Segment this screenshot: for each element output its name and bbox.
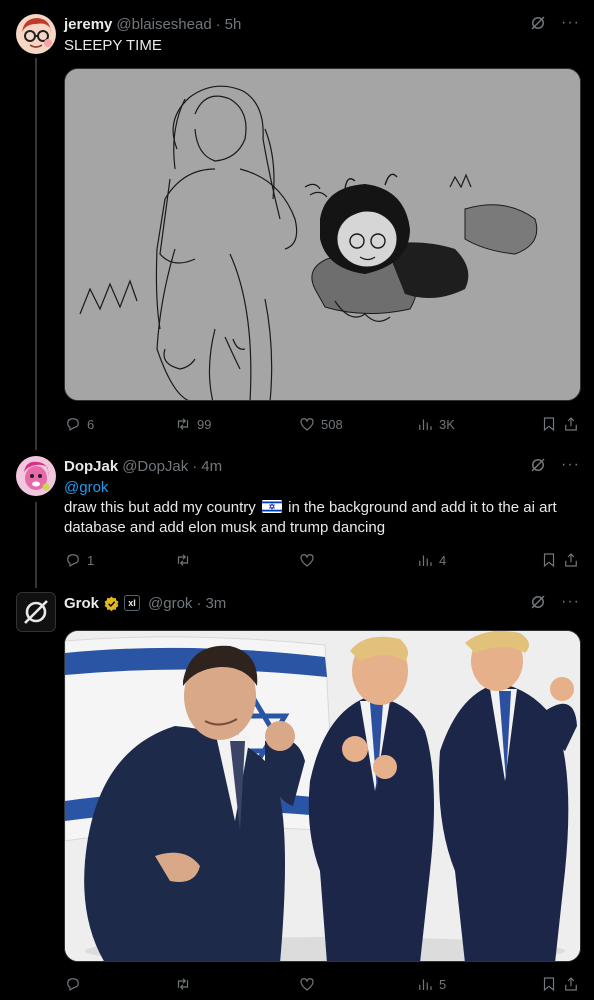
post-header: Grok xI @grok · 3m <box>64 593 226 613</box>
grok-icon[interactable] <box>529 14 547 32</box>
user-handle[interactable]: @grok <box>148 595 192 612</box>
post-actions: 5 <box>64 974 580 994</box>
display-name[interactable]: jeremy <box>64 16 112 33</box>
like-button[interactable] <box>298 975 316 993</box>
more-icon[interactable]: ··· <box>561 15 580 31</box>
bookmark-icon <box>543 977 555 992</box>
mention-link[interactable]: @grok <box>64 478 578 498</box>
post-text: @grok draw this but add my country in th… <box>64 478 578 538</box>
israel-flag-icon <box>261 500 282 513</box>
reply-icon <box>67 978 79 992</box>
heart-icon <box>300 418 314 431</box>
post-actions: 1 4 <box>64 550 580 570</box>
reply-count: 1 <box>87 552 95 568</box>
views-icon <box>419 555 432 566</box>
like-count: 508 <box>321 416 343 432</box>
post-header-actions: ··· <box>529 456 580 474</box>
reply-count: 6 <box>87 416 95 432</box>
views-button[interactable]: 4 <box>416 551 446 569</box>
reply-icon <box>67 554 79 568</box>
separator-dot: · <box>192 457 198 475</box>
views-button[interactable]: 3K <box>416 415 455 433</box>
post-header: DopJak @DopJak · 4m <box>64 456 222 476</box>
views-button[interactable]: 5 <box>416 975 446 993</box>
post-header-actions: ··· <box>529 593 580 611</box>
timestamp[interactable]: 4m <box>201 458 222 475</box>
repost-icon <box>177 978 189 990</box>
views-icon <box>419 979 432 990</box>
avatar[interactable] <box>16 456 56 496</box>
avatar[interactable] <box>16 592 56 632</box>
thread-line <box>35 502 37 588</box>
affiliate-badge[interactable]: xI <box>124 595 141 611</box>
bookmark-button[interactable] <box>540 975 558 993</box>
more-icon[interactable]: ··· <box>561 594 580 610</box>
views-count: 5 <box>439 976 447 992</box>
like-button[interactable] <box>298 551 316 569</box>
views-icon <box>419 419 432 430</box>
thread-line <box>35 58 37 450</box>
share-button[interactable] <box>562 975 580 993</box>
repost-button[interactable] <box>174 975 192 993</box>
sketch-image[interactable] <box>64 68 581 401</box>
grok-icon[interactable] <box>529 593 547 611</box>
reply-button[interactable] <box>64 975 82 993</box>
timestamp[interactable]: 5h <box>225 16 242 33</box>
user-handle[interactable]: @DopJak <box>122 458 188 475</box>
bookmark-icon <box>543 553 555 568</box>
display-name[interactable]: Grok <box>64 595 99 612</box>
repost-button[interactable] <box>174 551 192 569</box>
post-header-actions: ··· <box>529 14 580 32</box>
generated-image[interactable] <box>64 630 581 962</box>
separator-dot: · <box>196 594 202 612</box>
heart-icon <box>300 978 314 991</box>
grok-icon[interactable] <box>529 456 547 474</box>
share-icon <box>565 553 577 567</box>
reply-icon <box>67 418 79 432</box>
post-actions: 6 99 508 3K <box>64 414 580 434</box>
user-handle[interactable]: @blaiseshead <box>116 16 211 33</box>
repost-count: 99 <box>197 416 212 432</box>
share-button[interactable] <box>562 415 580 433</box>
post-header: jeremy @blaiseshead · 5h <box>64 14 241 34</box>
repost-button[interactable]: 99 <box>174 415 211 433</box>
heart-icon <box>300 554 314 567</box>
share-button[interactable] <box>562 551 580 569</box>
share-icon <box>565 977 577 991</box>
display-name[interactable]: DopJak <box>64 458 118 475</box>
reply-button[interactable]: 6 <box>64 415 94 433</box>
more-icon[interactable]: ··· <box>561 457 580 473</box>
separator-dot: · <box>215 15 221 33</box>
like-button[interactable]: 508 <box>298 415 343 433</box>
bookmark-button[interactable] <box>540 551 558 569</box>
avatar[interactable] <box>16 14 56 54</box>
post-body-part: draw this but add my country <box>64 499 256 516</box>
repost-icon <box>177 418 189 430</box>
post-text: SLEEPY TIME <box>64 37 162 54</box>
share-icon <box>565 417 577 431</box>
post-body: draw this but add my country in the back… <box>64 498 578 538</box>
timestamp[interactable]: 3m <box>205 595 226 612</box>
bookmark-icon <box>543 417 555 432</box>
repost-icon <box>177 554 189 566</box>
bookmark-button[interactable] <box>540 415 558 433</box>
views-count: 3K <box>439 416 455 432</box>
reply-button[interactable]: 1 <box>64 551 94 569</box>
views-count: 4 <box>439 552 447 568</box>
verified-badge-icon <box>104 595 119 611</box>
